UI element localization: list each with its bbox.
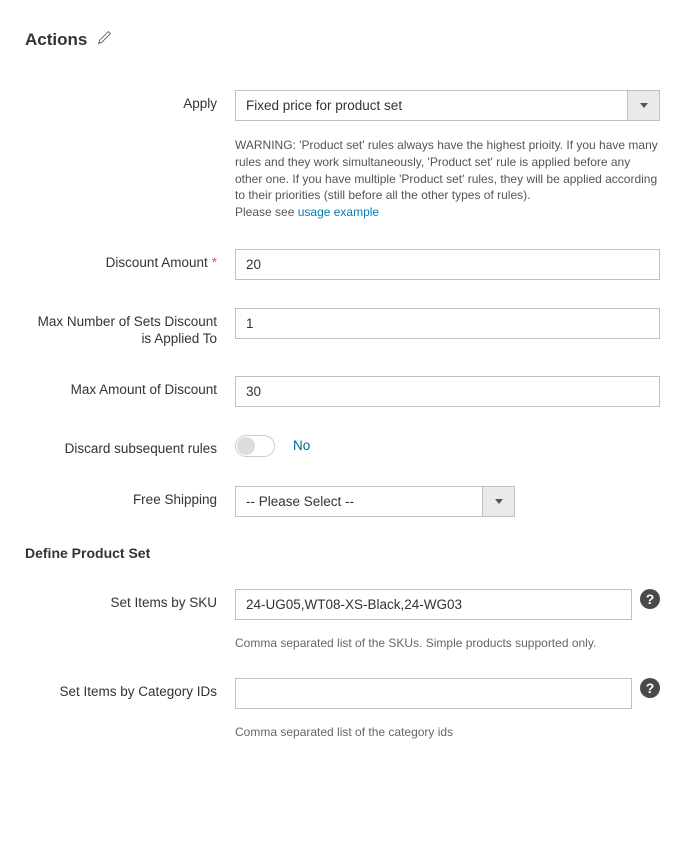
sku-input[interactable] [235, 589, 632, 620]
max-amount-label: Max Amount of Discount [25, 376, 235, 399]
please-see-text: Please see [235, 205, 298, 219]
free-shipping-label: Free Shipping [25, 486, 235, 509]
chevron-down-icon[interactable] [482, 487, 514, 516]
help-icon[interactable]: ? [640, 589, 660, 609]
discard-toggle[interactable] [235, 435, 275, 457]
section-title-text: Actions [25, 30, 87, 50]
usage-example-link[interactable]: usage example [298, 205, 379, 219]
category-hint: Comma separated list of the category ids [235, 725, 632, 739]
free-shipping-select[interactable]: -- Please Select -- [235, 486, 515, 517]
max-sets-row: Max Number of Sets Discount is Applied T… [25, 308, 660, 348]
chevron-down-icon[interactable] [627, 91, 659, 120]
pencil-icon[interactable] [97, 30, 112, 50]
help-icon[interactable]: ? [640, 678, 660, 698]
free-shipping-row: Free Shipping -- Please Select -- [25, 486, 660, 517]
sku-row: Set Items by SKU Comma separated list of… [25, 589, 660, 650]
max-amount-row: Max Amount of Discount [25, 376, 660, 407]
apply-row: Apply Fixed price for product set WARNIN… [25, 90, 660, 221]
discount-amount-label: Discount Amount* [25, 249, 235, 272]
category-label: Set Items by Category IDs [25, 678, 235, 701]
discard-row: Discard subsequent rules No [25, 435, 660, 458]
sku-label: Set Items by SKU [25, 589, 235, 612]
warning-text-body: WARNING: 'Product set' rules always have… [235, 138, 658, 202]
discount-amount-input[interactable] [235, 249, 660, 280]
max-sets-input[interactable] [235, 308, 660, 339]
define-product-set-heading: Define Product Set [25, 545, 660, 561]
apply-warning: WARNING: 'Product set' rules always have… [235, 137, 660, 221]
sku-hint: Comma separated list of the SKUs. Simple… [235, 636, 632, 650]
apply-label: Apply [25, 90, 235, 113]
required-asterisk: * [212, 255, 217, 270]
category-row: Set Items by Category IDs Comma separate… [25, 678, 660, 739]
category-input[interactable] [235, 678, 632, 709]
discard-state: No [293, 438, 310, 453]
discard-label: Discard subsequent rules [25, 435, 235, 458]
apply-select[interactable]: Fixed price for product set [235, 90, 660, 121]
section-header: Actions [25, 30, 660, 50]
max-sets-label: Max Number of Sets Discount is Applied T… [25, 308, 235, 348]
apply-select-value: Fixed price for product set [236, 91, 627, 120]
max-amount-input[interactable] [235, 376, 660, 407]
free-shipping-value: -- Please Select -- [236, 487, 482, 516]
discount-amount-row: Discount Amount* [25, 249, 660, 280]
